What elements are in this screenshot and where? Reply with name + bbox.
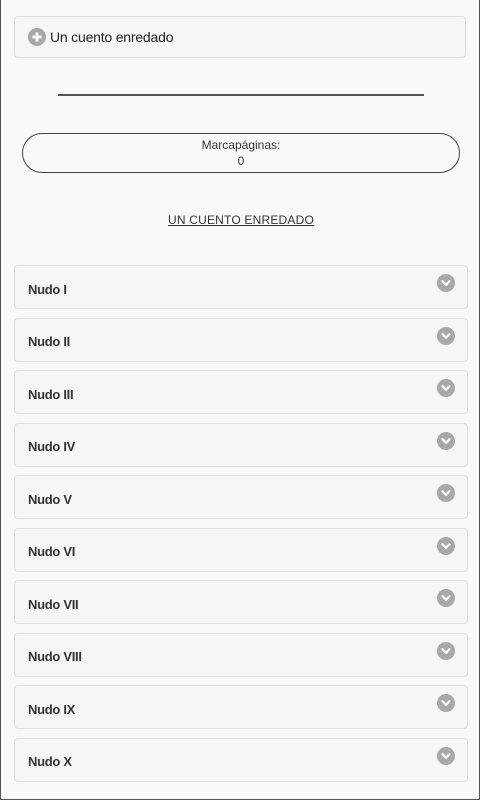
list-item-label: Nudo X bbox=[28, 754, 72, 769]
chevron-down-icon[interactable] bbox=[437, 484, 455, 502]
chevron-down-icon[interactable] bbox=[437, 536, 455, 555]
list-item-label: Nudo VII bbox=[28, 596, 79, 612]
list-item-nudo-2[interactable]: Nudo II bbox=[14, 317, 468, 362]
list-item-label: Nudo II bbox=[28, 334, 70, 349]
chevron-down-icon[interactable] bbox=[437, 326, 455, 345]
chevron-down-icon[interactable] bbox=[437, 379, 455, 397]
list-item-label: Nudo VI bbox=[28, 544, 76, 559]
list-item-label: Nudo IX bbox=[28, 701, 76, 717]
list-item-nudo-3[interactable]: Nudo III bbox=[14, 370, 468, 414]
header-title: Un cuento enredado bbox=[50, 29, 174, 45]
chevron-down-icon[interactable] bbox=[437, 694, 455, 712]
header-bar[interactable]: Un cuento enredado bbox=[14, 16, 466, 58]
node-list: Nudo I Nudo II Nudo III Nudo IV Nudo V N… bbox=[14, 265, 468, 790]
chevron-down-icon[interactable] bbox=[437, 641, 455, 660]
bookmark-label: Marcapáginas: bbox=[201, 138, 281, 152]
chevron-down-icon[interactable] bbox=[437, 589, 455, 607]
chevron-down-icon[interactable] bbox=[437, 746, 455, 765]
chevron-down-icon[interactable] bbox=[437, 274, 455, 292]
list-item-nudo-4[interactable]: Nudo IV bbox=[14, 422, 468, 467]
list-item-nudo-9[interactable]: Nudo IX bbox=[14, 685, 468, 729]
list-item-nudo-1[interactable]: Nudo I bbox=[14, 265, 468, 309]
divider bbox=[58, 94, 424, 96]
bookmark-value: 0 bbox=[237, 154, 245, 168]
chevron-down-icon[interactable] bbox=[437, 431, 455, 450]
list-item-label: Nudo III bbox=[28, 386, 74, 402]
story-title-link[interactable]: UN CUENTO ENREDADO bbox=[1, 213, 480, 227]
list-item-label: Nudo IV bbox=[28, 439, 76, 454]
plus-circle-icon[interactable] bbox=[28, 28, 46, 46]
list-item-nudo-6[interactable]: Nudo VI bbox=[14, 527, 468, 572]
list-item-nudo-10[interactable]: Nudo X bbox=[14, 737, 468, 782]
list-item-nudo-7[interactable]: Nudo VII bbox=[14, 580, 468, 624]
list-item-nudo-5[interactable]: Nudo V bbox=[14, 475, 468, 519]
list-item-label: Nudo V bbox=[28, 491, 72, 507]
list-item-nudo-8[interactable]: Nudo VIII bbox=[14, 632, 468, 677]
bookmark-box: Marcapáginas: 0 bbox=[22, 133, 460, 173]
list-item-label: Nudo I bbox=[28, 281, 67, 297]
list-item-label: Nudo VIII bbox=[28, 649, 82, 664]
